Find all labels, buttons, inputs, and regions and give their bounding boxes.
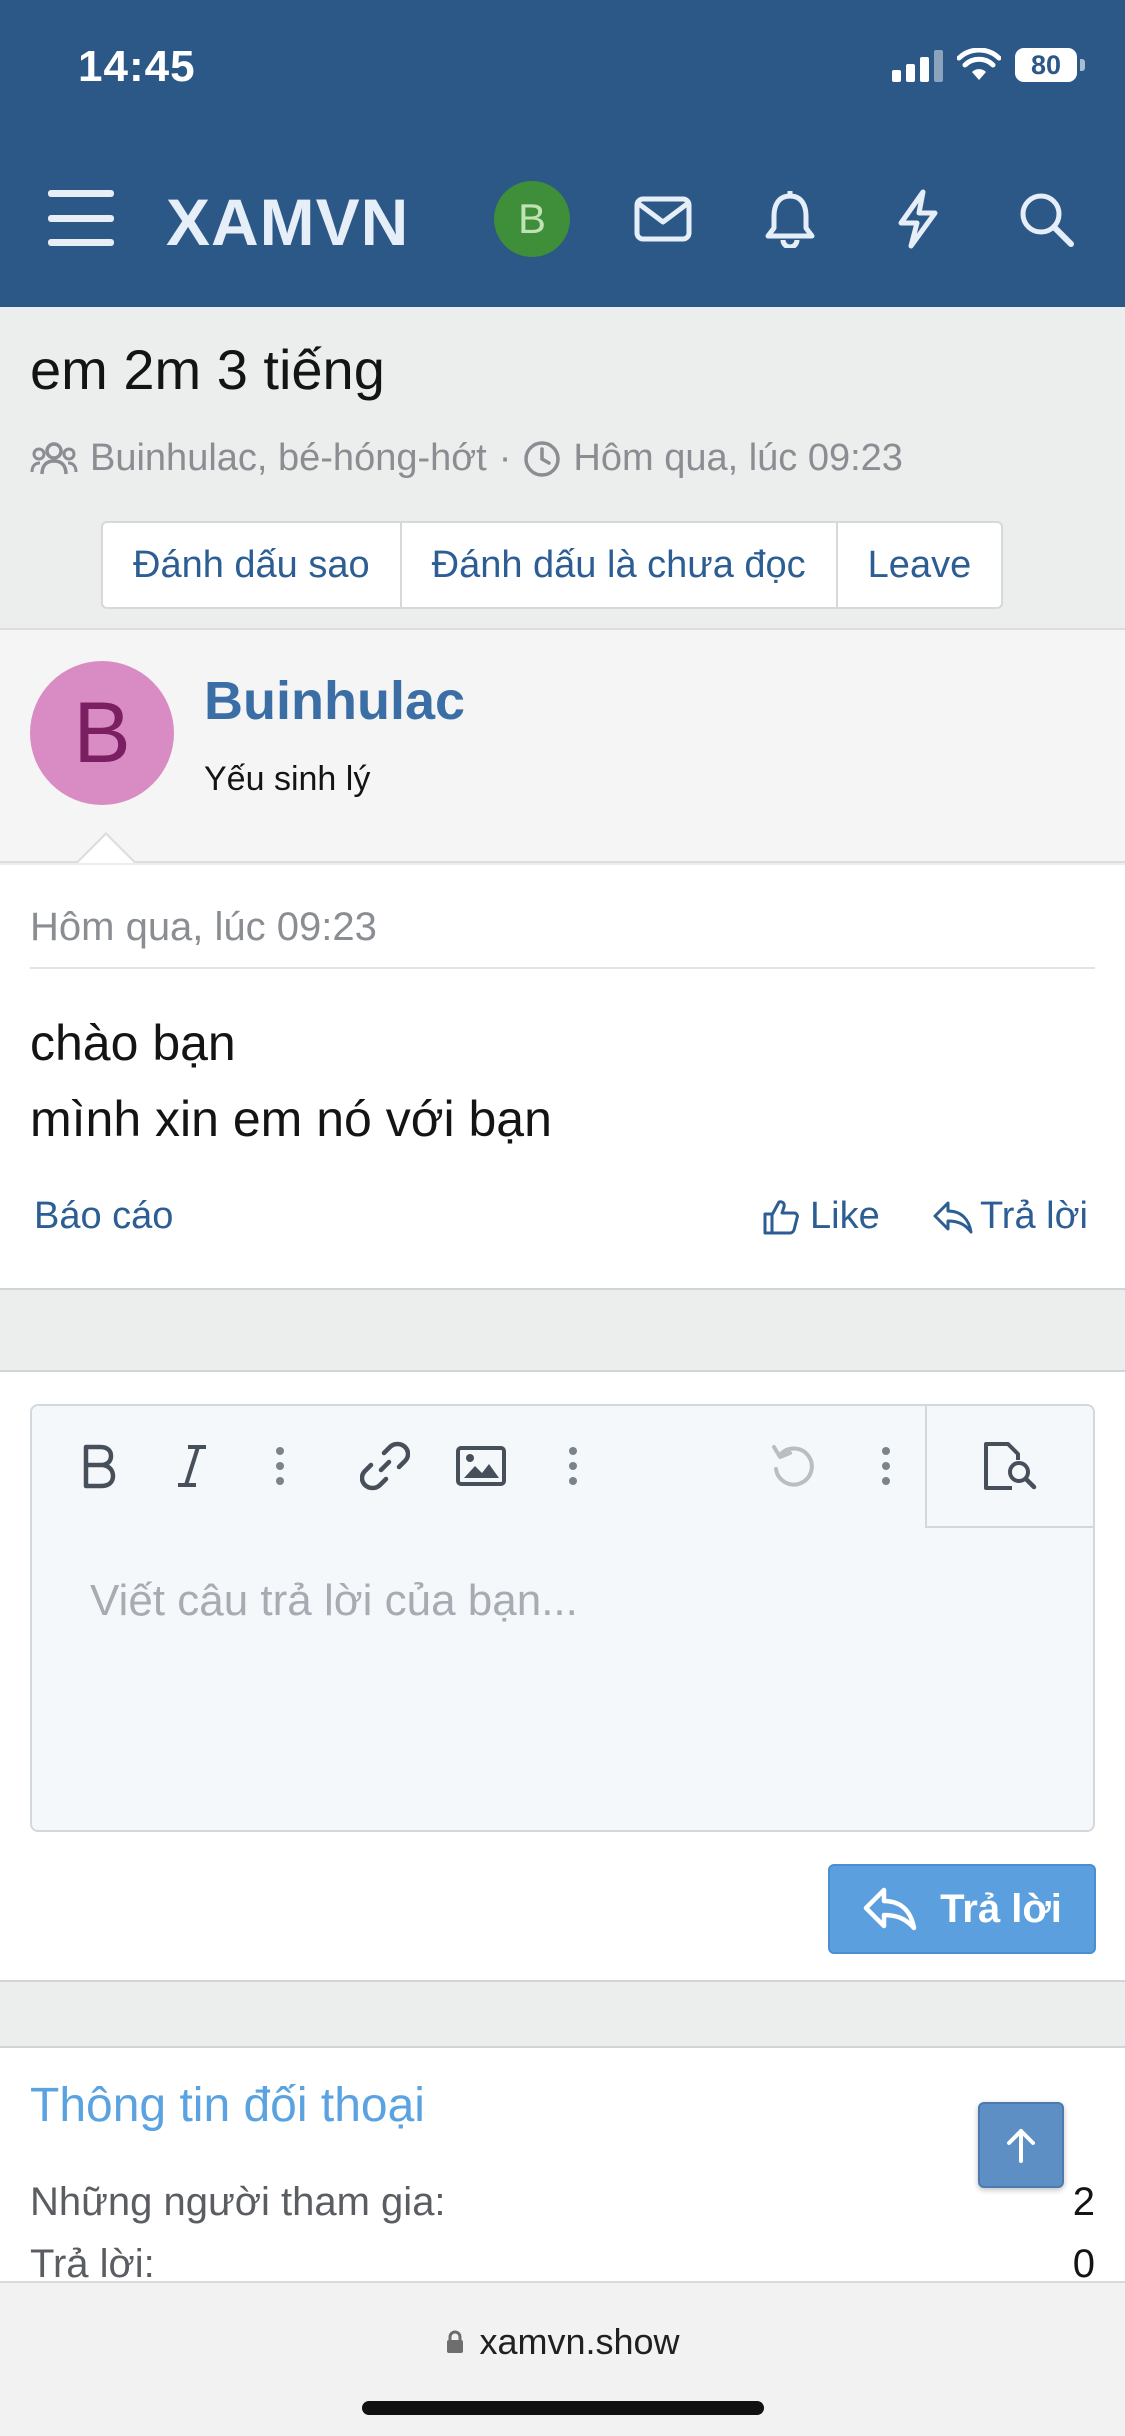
battery-level: 80 (1015, 48, 1077, 82)
message-line: chào bạn (30, 1015, 236, 1071)
browser-url-bar[interactable]: xamvn.show (0, 2281, 1125, 2436)
reply-editor[interactable]: Viết câu trả lời của bạn... (30, 1404, 1095, 1832)
message-card: Hôm qua, lúc 09:23 chào bạn mình xin em … (0, 865, 1125, 1290)
conversation-time: Hôm qua, lúc 09:23 (573, 437, 903, 479)
editor-toolbar (32, 1406, 929, 1526)
message-body: chào bạn mình xin em nó với bạn (30, 1005, 552, 1157)
submit-label: Trả lời (940, 1886, 1062, 1931)
lightning-icon[interactable] (883, 184, 953, 254)
site-logo[interactable]: XAMVN (166, 184, 409, 260)
status-icons: 80 (892, 48, 1085, 82)
username[interactable]: Buinhulac (204, 670, 465, 732)
message-line: mình xin em nó với bạn (30, 1091, 552, 1147)
account-avatar[interactable]: B (494, 181, 570, 257)
image-icon[interactable] (447, 1432, 515, 1500)
bell-icon[interactable] (755, 184, 825, 254)
message-actions: Báo cáo Like Trả lời (0, 1195, 1125, 1255)
top-app-bar: 14:45 80 XAMVN B (0, 0, 1125, 307)
mark-unread-button[interactable]: Đánh dấu là chưa đọc (402, 523, 838, 607)
conversation-info: Thông tin đối thoại Những người tham gia… (0, 2046, 1125, 2296)
like-label: Like (810, 1195, 880, 1237)
thumbs-up-icon (763, 1199, 799, 1234)
leave-button[interactable]: Leave (838, 523, 1002, 607)
preview-icon[interactable] (925, 1406, 1093, 1528)
conversation-meta: Buinhulac, bé-hóng-hớt · Hôm qua, lúc 09… (30, 437, 903, 480)
like-button[interactable]: Like (762, 1195, 880, 1238)
meta-separator: · (498, 437, 512, 479)
reply-icon (863, 1887, 917, 1931)
conversation-header: em 2m 3 tiếng Buinhulac, bé-hóng-hớt · H… (0, 307, 1125, 630)
more-insert-icon[interactable] (539, 1432, 607, 1500)
link-icon[interactable] (351, 1432, 419, 1500)
reply-icon (933, 1201, 973, 1233)
wifi-icon (957, 48, 1001, 82)
more-history-icon[interactable] (852, 1432, 920, 1500)
scroll-to-top-button[interactable] (978, 2102, 1064, 2188)
battery-icon: 80 (1015, 48, 1085, 82)
inbox-icon[interactable] (628, 184, 698, 254)
user-title: Yếu sinh lý (204, 760, 371, 798)
lock-icon (447, 2330, 464, 2353)
report-link[interactable]: Báo cáo (34, 1195, 173, 1238)
page-title: em 2m 3 tiếng (30, 338, 385, 401)
menu-icon[interactable] (48, 190, 114, 246)
more-options-icon[interactable] (246, 1432, 314, 1500)
users-icon (30, 441, 78, 474)
undo-icon[interactable] (759, 1432, 827, 1500)
conversation-actions: Đánh dấu sao Đánh dấu là chưa đọc Leave (101, 521, 1004, 609)
participants-list[interactable]: Buinhulac, bé-hóng-hớt (90, 437, 487, 480)
info-title: Thông tin đối thoại (30, 2079, 425, 2132)
italic-icon[interactable] (158, 1432, 226, 1500)
cellular-signal-icon (892, 48, 943, 82)
info-label: Những người tham gia: (30, 2180, 446, 2224)
user-avatar[interactable]: B (30, 661, 174, 805)
submit-reply-button[interactable]: Trả lời (828, 1864, 1096, 1954)
bold-icon[interactable] (64, 1432, 132, 1500)
status-time: 14:45 (78, 42, 196, 91)
reply-label: Trả lời (980, 1195, 1088, 1237)
url-text: xamvn.show (479, 2321, 680, 2362)
info-row-participants: Những người tham gia: 2 (30, 2180, 1095, 2225)
message-date[interactable]: Hôm qua, lúc 09:23 (30, 905, 377, 950)
reply-link[interactable]: Trả lời (932, 1195, 1088, 1238)
star-button[interactable]: Đánh dấu sao (103, 523, 402, 607)
reply-input-placeholder[interactable]: Viết câu trả lời của bạn... (90, 1576, 578, 1626)
divider (30, 967, 1095, 969)
url-display[interactable]: xamvn.show (0, 2321, 1125, 2363)
search-icon[interactable] (1011, 184, 1081, 254)
arrow-up-icon (1007, 2129, 1035, 2163)
message-user-block: B Buinhulac Yếu sinh lý (0, 630, 1125, 863)
clock-icon (524, 440, 561, 477)
quick-reply: Viết câu trả lời của bạn... Trả lời (0, 1370, 1125, 1982)
info-value: 2 (1072, 2180, 1095, 2224)
home-indicator[interactable] (362, 2401, 764, 2415)
